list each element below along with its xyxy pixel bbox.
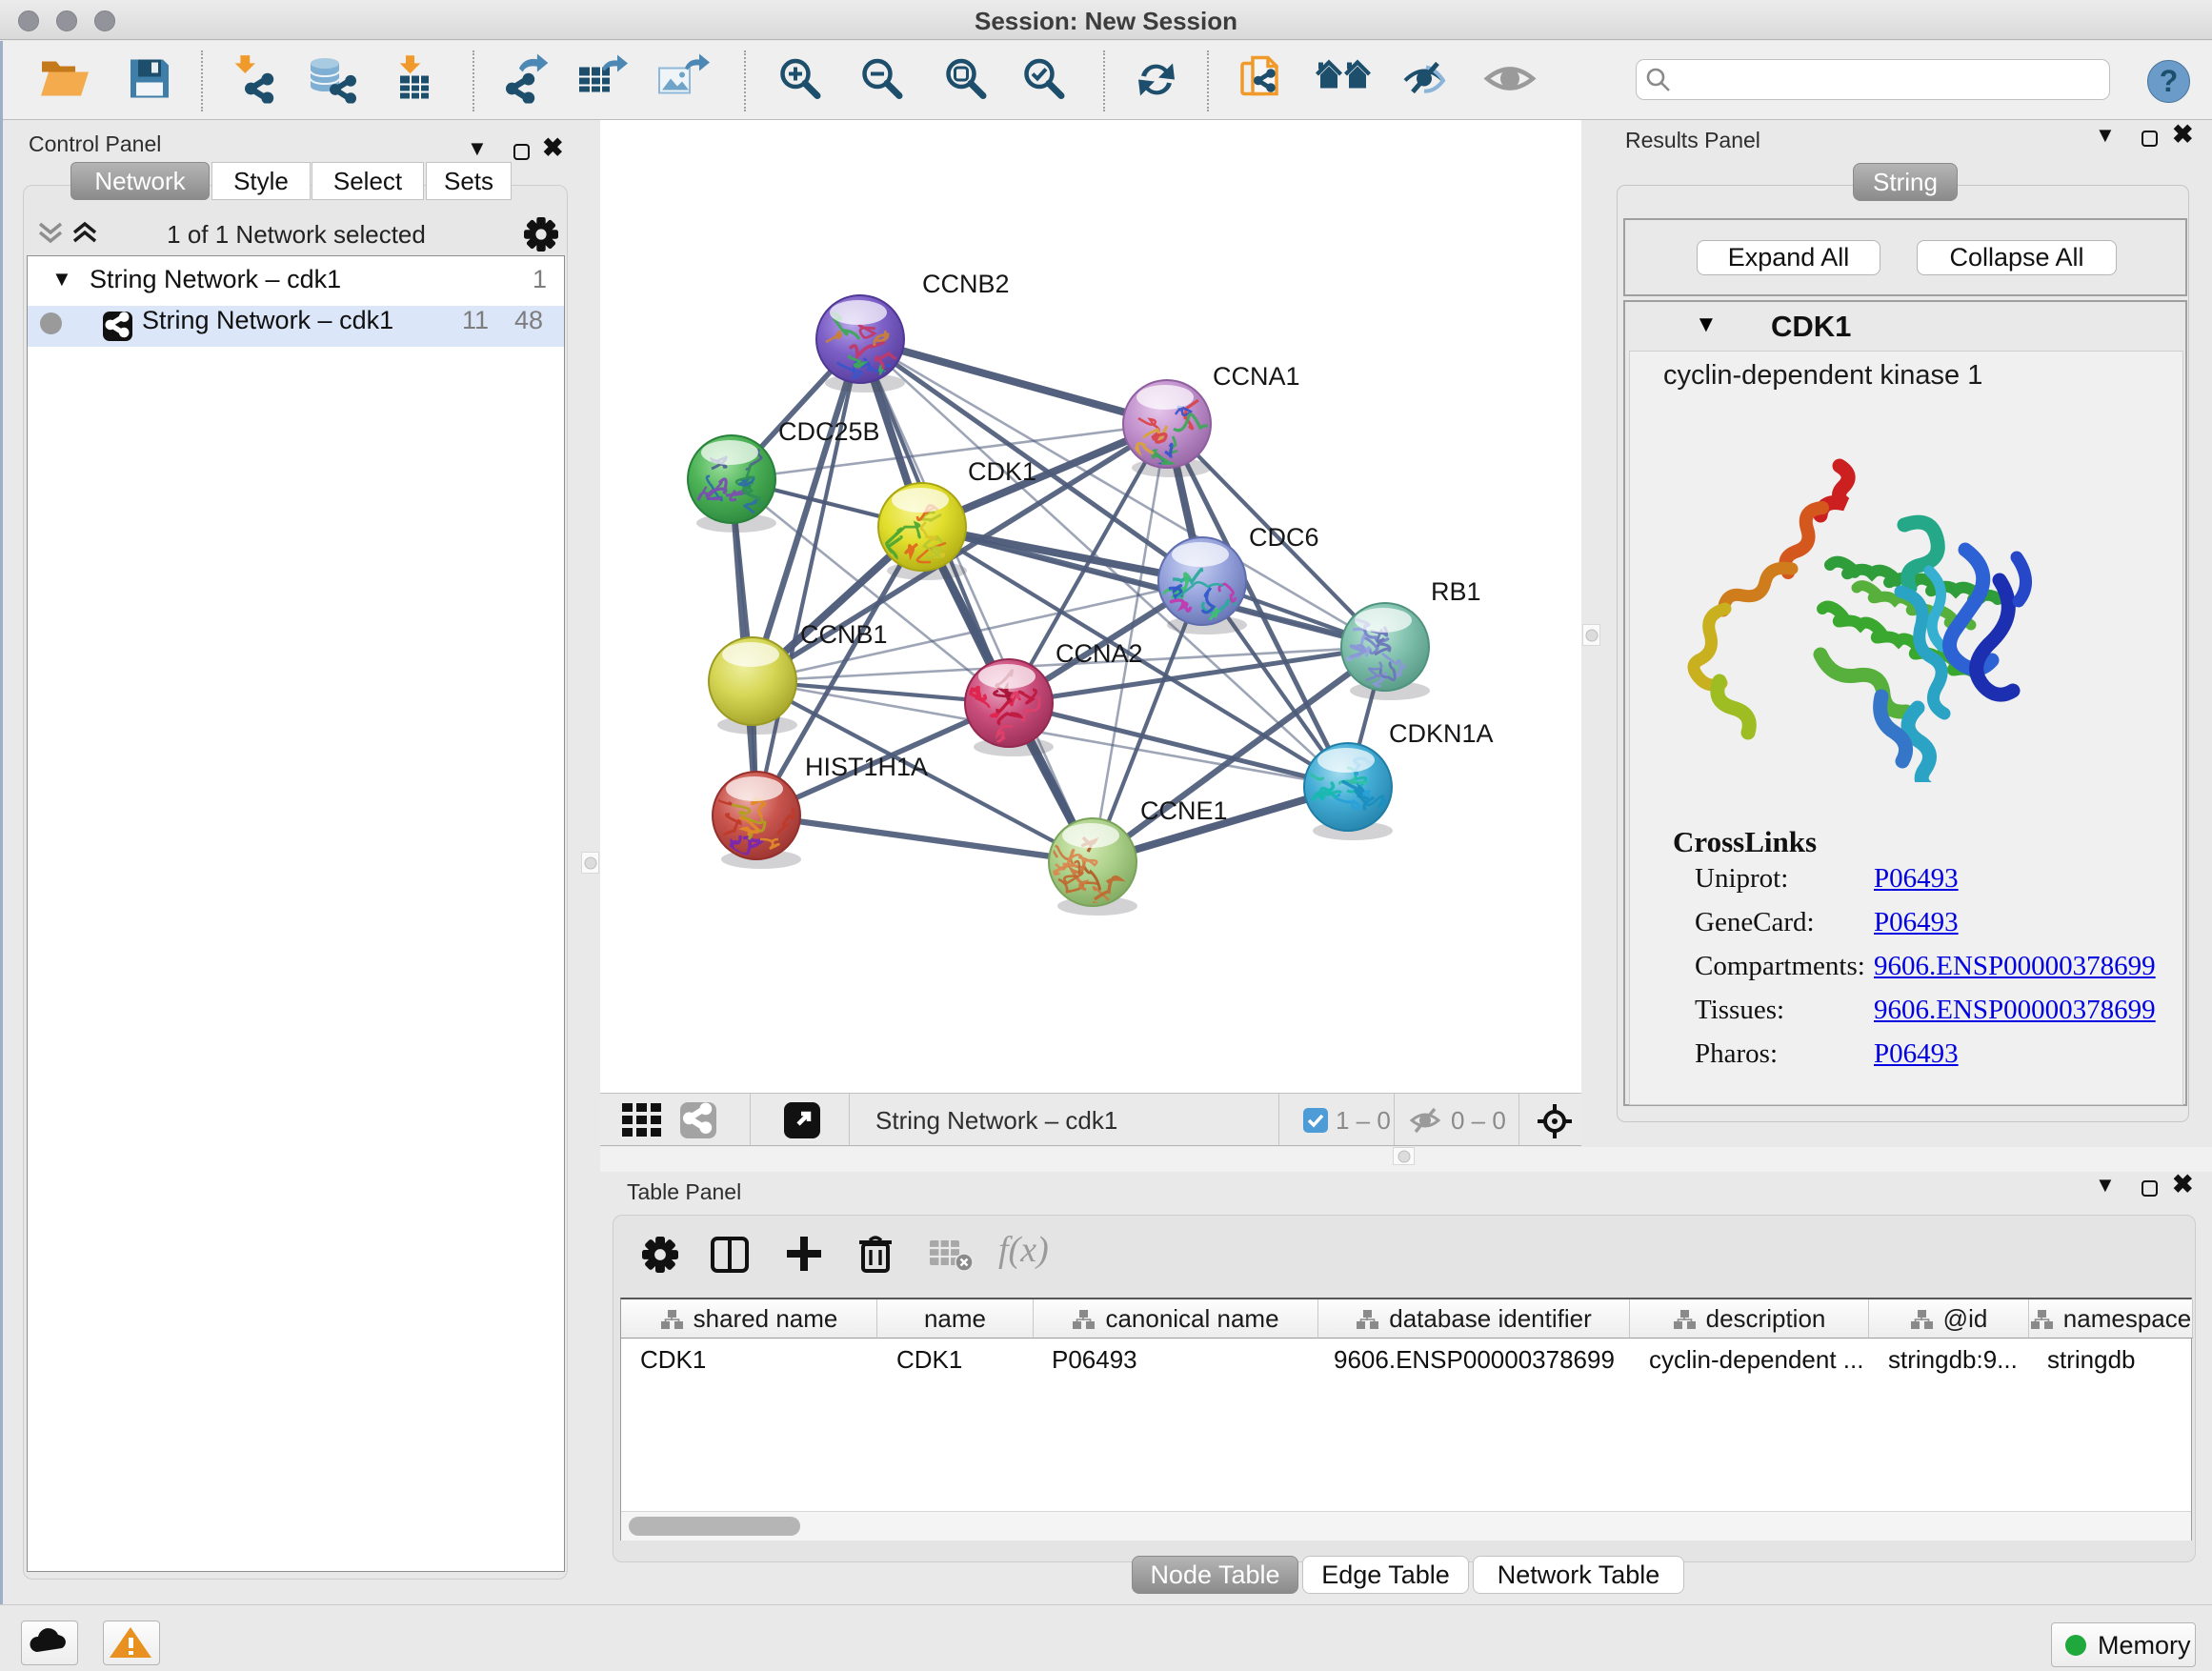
- svg-text:CCNA2: CCNA2: [1056, 639, 1143, 668]
- svg-text:CDC25B: CDC25B: [778, 417, 880, 446]
- svg-text:CCNB2: CCNB2: [922, 270, 1010, 298]
- svg-text:CCNE1: CCNE1: [1140, 796, 1228, 825]
- svg-text:CDKN1A: CDKN1A: [1389, 719, 1494, 748]
- svg-text:CDC6: CDC6: [1249, 523, 1319, 552]
- svg-text:HIST1H1A: HIST1H1A: [805, 753, 928, 781]
- svg-text:CCNB1: CCNB1: [800, 620, 888, 649]
- svg-text:CCNA1: CCNA1: [1213, 362, 1300, 391]
- svg-text:CDK1: CDK1: [968, 457, 1036, 486]
- svg-text:RB1: RB1: [1431, 577, 1481, 606]
